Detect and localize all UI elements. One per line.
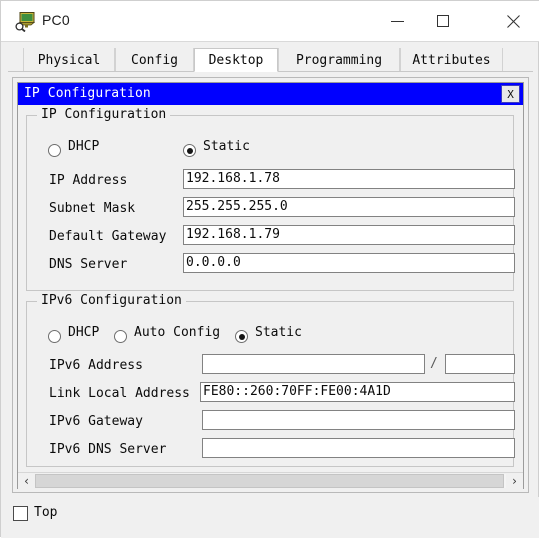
dns-server-label: DNS Server (49, 257, 128, 272)
tab-attributes[interactable]: Attributes (400, 48, 503, 72)
close-icon (505, 13, 521, 29)
window-titlebar: PC0 (1, 1, 539, 42)
maximize-icon (437, 15, 449, 27)
horizontal-scrollbar[interactable]: ‹ › (18, 472, 523, 489)
minimize-icon (390, 20, 404, 22)
pc-device-window: PC0 Physical Config Desktop Programming … (0, 0, 539, 538)
ip-address-field[interactable]: 192.168.1.78 (183, 169, 515, 189)
ipv6-address-label: IPv6 Address (49, 358, 143, 373)
ipv6-prefix-length-field[interactable] (445, 354, 515, 374)
ipv6-dhcp-radio[interactable] (48, 330, 61, 343)
minimize-button[interactable] (374, 1, 420, 41)
tab-config[interactable]: Config (115, 48, 194, 72)
close-button[interactable] (487, 1, 539, 41)
link-local-address-label: Link Local Address (49, 386, 190, 401)
ipv4-static-label[interactable]: Static (203, 139, 250, 154)
ipv6-dns-server-field[interactable] (202, 438, 515, 458)
ipv6-static-label[interactable]: Static (255, 325, 302, 340)
maximize-button[interactable] (420, 1, 466, 41)
default-gateway-label: Default Gateway (49, 229, 167, 244)
pc-device-icon (15, 12, 36, 32)
ipv4-configuration-group: IP Configuration DHCP Static IP Address … (26, 107, 515, 291)
ipv6-group-legend: IPv6 Configuration (37, 293, 186, 308)
ipv6-configuration-group: IPv6 Configuration DHCP Auto Config Stat… (26, 293, 515, 467)
applet-close-button[interactable]: X (501, 85, 520, 103)
ipv6-address-field[interactable] (202, 354, 425, 374)
ip-configuration-applet: IP Configuration X IP Configuration DHCP… (17, 82, 524, 489)
ipv4-dhcp-radio[interactable] (48, 144, 61, 157)
tab-programming[interactable]: Programming (278, 48, 400, 72)
subnet-mask-field[interactable]: 255.255.255.0 (183, 197, 515, 217)
ipv4-group-legend: IP Configuration (37, 107, 171, 122)
ip-address-label: IP Address (49, 173, 128, 188)
tab-physical[interactable]: Physical (23, 48, 115, 72)
ipv6-gateway-label: IPv6 Gateway (49, 414, 143, 429)
scroll-right-arrow-icon[interactable]: › (506, 473, 523, 489)
ipv6-auto-config-radio[interactable] (114, 330, 127, 343)
ipv6-dhcp-label[interactable]: DHCP (68, 325, 99, 340)
scroll-left-arrow-icon[interactable]: ‹ (18, 473, 35, 489)
ipv4-static-radio[interactable] (183, 144, 196, 157)
applet-title: IP Configuration (24, 86, 151, 101)
ipv6-static-radio[interactable] (235, 330, 248, 343)
ipv6-auto-config-label[interactable]: Auto Config (134, 325, 220, 340)
bottom-bar: Top (1, 497, 539, 538)
desktop-panel: IP Configuration X IP Configuration DHCP… (12, 77, 529, 493)
ipv4-dhcp-label[interactable]: DHCP (68, 139, 99, 154)
tab-desktop[interactable]: Desktop (194, 48, 278, 72)
ipv6-prefix-separator: / (430, 356, 438, 371)
default-gateway-field[interactable]: 192.168.1.79 (183, 225, 515, 245)
window-title: PC0 (42, 12, 70, 28)
applet-body: IP Configuration DHCP Static IP Address … (18, 105, 523, 489)
subnet-mask-label: Subnet Mask (49, 201, 136, 216)
tab-bar: Physical Config Desktop Programming Attr… (8, 48, 533, 72)
dns-server-field[interactable]: 0.0.0.0 (183, 253, 515, 273)
top-checkbox[interactable] (13, 506, 28, 521)
link-local-address-field[interactable]: FE80::260:70FF:FE00:4A1D (200, 382, 515, 402)
top-checkbox-label[interactable]: Top (34, 505, 57, 520)
scrollbar-track[interactable] (35, 474, 506, 488)
ipv6-dns-server-label: IPv6 DNS Server (49, 442, 167, 457)
ipv6-gateway-field[interactable] (202, 410, 515, 430)
applet-caption-bar: IP Configuration X (18, 83, 523, 105)
scrollbar-thumb[interactable] (35, 474, 504, 488)
